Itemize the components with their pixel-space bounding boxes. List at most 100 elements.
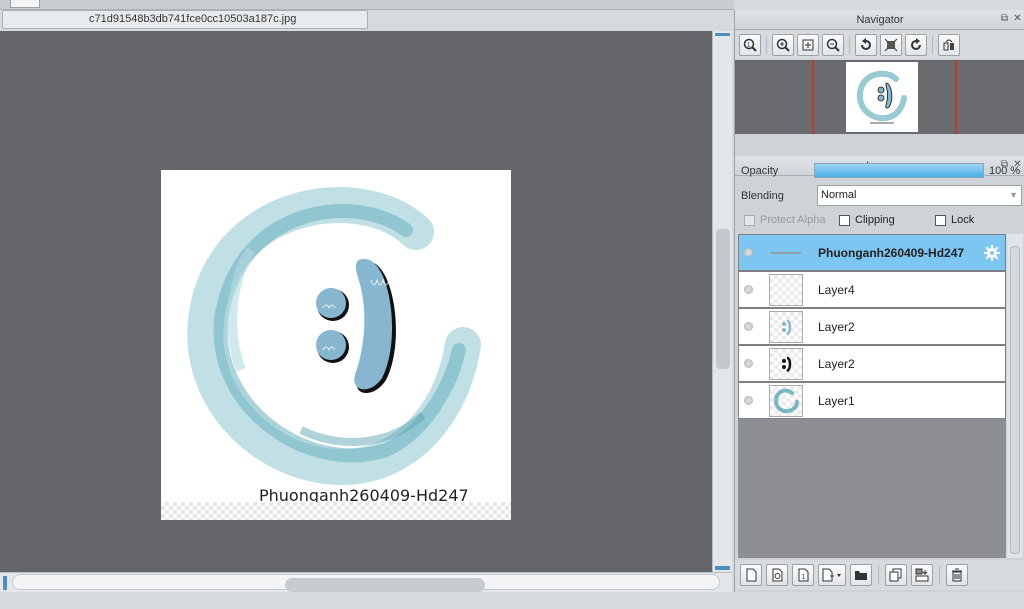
flip-icon[interactable] bbox=[938, 34, 960, 56]
checkbox-box bbox=[839, 214, 850, 226]
blending-row: Blending Normal ▼ bbox=[735, 184, 1024, 208]
layer-thumbnail bbox=[769, 347, 803, 380]
layer-row[interactable]: Layer2 bbox=[738, 308, 1006, 345]
navigator-preview[interactable] bbox=[735, 60, 1024, 134]
visibility-toggle[interactable] bbox=[739, 309, 757, 344]
menu-button[interactable] bbox=[10, 0, 40, 8]
gear-icon[interactable] bbox=[983, 244, 1001, 265]
scroll-down-icon[interactable] bbox=[715, 566, 730, 570]
eye-icon bbox=[743, 285, 753, 294]
artwork bbox=[187, 187, 481, 485]
protect-alpha-checkbox[interactable]: Protect Alpha bbox=[744, 214, 825, 226]
layer-name: Layer2 bbox=[818, 356, 855, 371]
delete-layer-icon[interactable] bbox=[946, 564, 968, 586]
canvas-area[interactable]: Phuonganh260409-Hd247 bbox=[0, 31, 712, 572]
navigator-toolbar: 1 bbox=[735, 31, 1024, 59]
layer-row[interactable]: Layer4 bbox=[738, 271, 1006, 308]
thumbnail-artwork-icon bbox=[856, 70, 907, 124]
new-layer-icon[interactable] bbox=[740, 564, 762, 586]
scroll-up-icon[interactable] bbox=[715, 33, 730, 44]
vertical-scroll-thumb[interactable] bbox=[716, 229, 730, 369]
fit-window-icon[interactable] bbox=[797, 34, 819, 56]
canvas-document[interactable]: Phuonganh260409-Hd247 bbox=[161, 170, 511, 520]
layer-name: Layer2 bbox=[818, 319, 855, 334]
eye-icon bbox=[743, 248, 753, 257]
navigator-thumbnail bbox=[846, 62, 918, 132]
new-halftone-layer-icon[interactable] bbox=[766, 564, 788, 586]
canvas-horizontal-scrollbar[interactable] bbox=[0, 572, 732, 592]
layer-row[interactable]: Phuonganh260409-Hd247 bbox=[738, 234, 1006, 271]
toolbar-separator bbox=[878, 566, 879, 584]
rotate-left-icon[interactable] bbox=[855, 34, 877, 56]
scroll-left-icon[interactable] bbox=[3, 576, 7, 590]
merge-down-icon[interactable] bbox=[911, 564, 933, 586]
zoom-fit-icon[interactable]: 1 bbox=[739, 34, 761, 56]
toolbar-separator bbox=[766, 36, 767, 54]
clipping-label: Clipping bbox=[855, 214, 895, 226]
top-menu-strip bbox=[0, 0, 734, 10]
visibility-toggle[interactable] bbox=[739, 272, 757, 307]
chevron-down-icon: ▼ bbox=[1009, 190, 1018, 200]
layer-list: Phuonganh260409-Hd247 Layer4 Layer2 Layer2 L… bbox=[738, 234, 1006, 558]
detach-panel-icon[interactable]: ⧉ bbox=[999, 13, 1010, 24]
navigator-title: Navigator bbox=[856, 14, 904, 26]
blending-label: Blending bbox=[741, 190, 784, 202]
navigator-panel-header: Navigator ⧉ ✕ bbox=[735, 10, 1024, 30]
layer-options-row: Protect Alpha Clipping Lock bbox=[735, 210, 1024, 230]
status-bar bbox=[0, 592, 1024, 609]
layer-name: Phuonganh260409-Hd247 bbox=[818, 245, 965, 260]
opacity-label: Opacity bbox=[741, 165, 779, 177]
opacity-value: 100 % bbox=[989, 165, 1021, 177]
eye-icon bbox=[743, 359, 753, 368]
document-tab[interactable]: c71d91548b3db741fce0cc10503a187c.jpg bbox=[2, 10, 368, 29]
opacity-row: Opacity 100 % bbox=[735, 160, 1024, 182]
folder-icon[interactable] bbox=[850, 564, 872, 586]
layer-name: Layer1 bbox=[818, 393, 855, 408]
layer-row[interactable]: Layer2 bbox=[738, 345, 1006, 382]
lock-checkbox[interactable]: Lock bbox=[935, 214, 974, 226]
visibility-toggle[interactable] bbox=[739, 235, 757, 270]
layer-row[interactable]: Layer1 bbox=[738, 382, 1006, 419]
layer-list-scrollbar[interactable] bbox=[1007, 234, 1023, 558]
zoom-in-icon[interactable] bbox=[772, 34, 794, 56]
layer-thumbnail bbox=[769, 273, 803, 306]
toolbar-separator bbox=[939, 566, 940, 584]
reset-view-icon[interactable] bbox=[880, 34, 902, 56]
close-icon[interactable]: ✕ bbox=[1012, 13, 1023, 24]
blending-value: Normal bbox=[821, 189, 857, 201]
layer-thumbnail bbox=[769, 310, 803, 343]
protect-alpha-label: Protect Alpha bbox=[760, 214, 826, 226]
eye-icon bbox=[743, 322, 753, 331]
checkbox-box bbox=[935, 214, 946, 226]
opacity-slider[interactable] bbox=[814, 163, 984, 178]
layer-thumbnail bbox=[769, 384, 803, 417]
eye-icon bbox=[743, 396, 753, 405]
clipping-checkbox[interactable]: Clipping bbox=[839, 214, 895, 226]
layer-list-scroll-thumb[interactable] bbox=[1010, 246, 1020, 554]
toolbar-separator bbox=[849, 36, 850, 54]
rotate-right-icon[interactable] bbox=[905, 34, 927, 56]
visibility-toggle[interactable] bbox=[739, 346, 757, 381]
transparent-strip bbox=[161, 502, 511, 520]
view-frame-right bbox=[955, 60, 957, 134]
add-layer-dropdown-icon[interactable] bbox=[818, 564, 846, 586]
smiley-face-icon bbox=[316, 258, 396, 393]
right-panel: Navigator ⧉ ✕ 1 Laye bbox=[734, 10, 1024, 592]
horizontal-scroll-track[interactable] bbox=[12, 574, 720, 592]
lock-label: Lock bbox=[951, 214, 975, 226]
blending-select[interactable]: Normal ▼ bbox=[817, 185, 1022, 206]
toolbar-separator bbox=[932, 36, 933, 54]
checkbox-box bbox=[744, 214, 755, 226]
svg-text:1: 1 bbox=[802, 574, 806, 581]
layer-toolbar: 1 bbox=[735, 560, 1024, 590]
new-1bit-layer-icon[interactable]: 1 bbox=[792, 564, 814, 586]
duplicate-layer-icon[interactable] bbox=[885, 564, 907, 586]
canvas-vertical-scrollbar[interactable] bbox=[712, 31, 732, 572]
opacity-slider-fill bbox=[815, 164, 983, 177]
visibility-toggle[interactable] bbox=[739, 383, 757, 418]
zoom-out-icon[interactable] bbox=[822, 34, 844, 56]
horizontal-scroll-thumb[interactable] bbox=[285, 578, 485, 592]
view-frame-left bbox=[812, 60, 814, 134]
layer-name: Layer4 bbox=[818, 282, 855, 297]
layer-thumbnail bbox=[769, 236, 803, 269]
